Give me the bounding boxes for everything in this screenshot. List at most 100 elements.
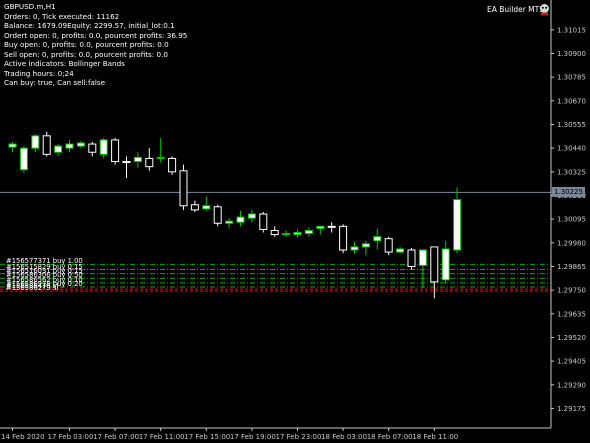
candle xyxy=(202,196,211,211)
candle-body xyxy=(441,248,450,281)
ea-name-label[interactable]: EA Builder MTS xyxy=(487,5,544,14)
candle xyxy=(293,229,302,238)
candle-body xyxy=(202,205,211,210)
candle xyxy=(270,226,279,237)
candle xyxy=(327,222,336,233)
price-tick-label: 1.29290 xyxy=(557,381,586,389)
candle xyxy=(441,240,450,284)
time-tick-label: 18 Feb 07:00 xyxy=(367,433,413,441)
candle-body xyxy=(293,232,302,236)
price-tick-label: 1.29750 xyxy=(557,287,586,295)
candle-body xyxy=(156,156,165,159)
price-tick-label: 1.29520 xyxy=(557,334,586,342)
candle xyxy=(247,209,256,223)
candle-body xyxy=(282,233,291,236)
candle xyxy=(407,247,416,270)
candle-body xyxy=(190,204,199,211)
time-tick-label: 17 Feb 03:00 xyxy=(48,433,94,441)
candle xyxy=(8,141,17,153)
candle-body xyxy=(361,243,370,248)
candle-body xyxy=(19,147,28,171)
candle xyxy=(373,228,382,249)
candle xyxy=(430,246,439,299)
candle xyxy=(122,156,131,178)
time-tick-label: 14 Feb 2020 xyxy=(1,433,45,441)
chart-window[interactable]: 1.31015 1.30900 1.30785 1.30670 1.30555 1.304… xyxy=(0,0,590,443)
time-tick-label: 17 Feb 15:00 xyxy=(184,433,230,441)
candle-body xyxy=(99,139,108,155)
candle-body xyxy=(88,143,97,153)
candle xyxy=(361,240,370,256)
candle-body xyxy=(76,142,85,147)
candle-body xyxy=(54,145,63,153)
candle xyxy=(111,137,120,165)
candle-body xyxy=(213,206,222,224)
candle xyxy=(31,133,40,153)
time-tick-label: 17 Feb 07:00 xyxy=(93,433,139,441)
symbol-title: GBPUSD.m,H1 xyxy=(4,2,56,11)
candle-body xyxy=(179,170,188,207)
candle-body xyxy=(327,225,336,228)
expert-advisor-icon[interactable] xyxy=(538,3,551,16)
candle-body xyxy=(133,156,142,163)
candle-body xyxy=(247,213,256,219)
candle-body xyxy=(65,143,74,149)
candle xyxy=(76,140,85,149)
info-sell-open: Sell open: 0, profits: 0.0, pourcent pro… xyxy=(4,49,168,59)
candle xyxy=(156,137,165,163)
price-tick-label: 1.29405 xyxy=(557,358,586,366)
price-tick-label: 1.30095 xyxy=(557,216,586,224)
candle-body xyxy=(225,220,234,224)
candle xyxy=(236,210,245,227)
candle xyxy=(19,146,28,173)
candle-body xyxy=(122,161,131,164)
info-open-orders: Ordert open: 0, profits: 0.0, pourcent p… xyxy=(4,30,188,40)
candle xyxy=(384,236,393,256)
candle-body xyxy=(384,238,393,253)
candle-body xyxy=(42,135,51,155)
candle xyxy=(42,131,51,157)
candle-body xyxy=(8,143,17,148)
time-tick-label: 18 Feb 11:00 xyxy=(412,433,458,441)
time-tick-label: 17 Feb 23:00 xyxy=(276,433,322,441)
info-can-trade: Can buy: true, Can sell:false xyxy=(4,78,106,87)
price-tick-label: 1.30440 xyxy=(557,145,586,153)
candle xyxy=(418,249,427,289)
candle-body xyxy=(304,229,313,235)
candle-body xyxy=(407,249,416,267)
candle-body xyxy=(350,246,359,251)
candle xyxy=(339,224,348,254)
candle xyxy=(168,156,177,175)
price-tick-label: 1.30555 xyxy=(557,121,586,129)
candle-body xyxy=(111,139,120,163)
price-tick-label: 1.29175 xyxy=(557,405,586,413)
candle-body xyxy=(316,225,325,229)
candle-body xyxy=(270,229,279,236)
info-balance: Balance: 1679.09Equity: 2299.57, initial… xyxy=(4,21,175,30)
price-tick-label: 1.30325 xyxy=(557,168,586,176)
candle xyxy=(65,139,74,153)
candle-body xyxy=(453,199,462,251)
price-tick-label: 1.30900 xyxy=(557,50,586,58)
time-tick-label: 18 Feb 03:00 xyxy=(321,433,367,441)
candle xyxy=(396,246,405,254)
price-tick-label: 1.29865 xyxy=(557,263,586,271)
candle-body xyxy=(31,135,40,149)
candle xyxy=(316,225,325,235)
candle-body xyxy=(396,248,405,253)
candle xyxy=(54,144,63,157)
info-indicators: Active indicators: Bollinger Bands xyxy=(4,59,125,68)
candle xyxy=(282,230,291,237)
candle xyxy=(350,241,359,254)
candle xyxy=(133,152,142,168)
candle xyxy=(259,211,268,233)
order-label: #156586279 sl xyxy=(6,284,59,293)
candle-body xyxy=(418,249,427,266)
ea-info-panel: GBPUSD.m,H1 Orders: 0, Tick executed: 11… xyxy=(4,2,187,88)
info-orders: Orders: 0, Tick executed: 11162 xyxy=(4,11,120,21)
info-trading-hours: Trading hours: 0;24 xyxy=(4,68,74,78)
candle xyxy=(304,227,313,237)
price-tick-label: 1.31015 xyxy=(557,26,586,34)
candle xyxy=(179,164,188,210)
candle-body xyxy=(373,236,382,242)
